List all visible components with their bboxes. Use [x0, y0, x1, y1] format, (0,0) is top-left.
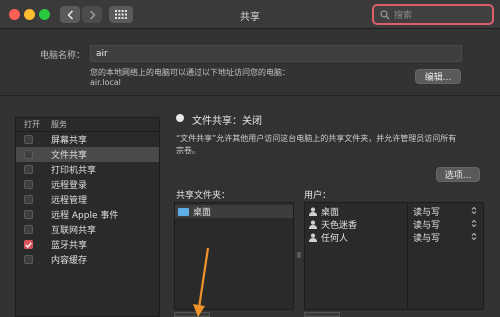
checkbox[interactable] — [24, 210, 33, 219]
users-list[interactable]: 桌面 读与写 天色迷香 读与写 任何人 读与写 — [304, 202, 484, 310]
permission-label: 读与写 — [413, 234, 441, 244]
checkbox[interactable] — [24, 165, 33, 174]
services-list: 打开 服务 屏幕共享文件共享打印机共享远程登录远程管理远程 Apple 事件 互联… — [15, 117, 160, 317]
column-header-service: 服务 — [51, 120, 67, 129]
service-label: 屏幕共享 — [51, 136, 88, 146]
shared-folders-label: 共享文件夹： — [176, 191, 231, 201]
updown-chevron-icon — [471, 219, 477, 231]
file-sharing-description-2: 宗卷。 — [176, 146, 200, 155]
service-row[interactable]: 远程 Apple 事件 — [16, 207, 159, 222]
annotation-arrow-icon — [193, 247, 210, 317]
service-label: 蓝牙共享 — [51, 241, 88, 251]
computer-name-input[interactable]: air — [90, 45, 462, 62]
updown-chevron-icon — [471, 206, 477, 218]
service-label: 文件共享 — [51, 151, 88, 161]
checkbox[interactable] — [24, 195, 33, 204]
checkmark-icon — [25, 241, 32, 248]
computer-name-label: 电脑名称： — [40, 51, 86, 61]
user-row[interactable]: 桌面 读与写 — [305, 205, 483, 218]
computer-name-value: air — [96, 48, 108, 59]
permission-label: 读与写 — [413, 208, 441, 218]
file-sharing-status: 文件共享：关闭 — [192, 116, 262, 127]
permission-select[interactable]: 读与写 — [409, 218, 481, 231]
search-placeholder: 搜索 — [394, 11, 413, 21]
service-label: 内容缓存 — [51, 256, 88, 266]
user-icon — [308, 207, 318, 216]
search-field[interactable]: 搜索 — [372, 4, 494, 25]
service-label: 打印机共享 — [51, 166, 97, 176]
service-label: 远程管理 — [51, 196, 88, 206]
service-row[interactable]: 远程管理 — [16, 192, 159, 207]
checkbox-checked[interactable] — [24, 240, 33, 249]
group-icon — [308, 233, 318, 242]
updown-chevron-icon — [471, 232, 477, 244]
title-bar: 共享 搜索 — [0, 0, 500, 29]
service-row[interactable]: 屏幕共享 — [16, 132, 159, 147]
service-label: 远程登录 — [51, 181, 88, 191]
user-name: 桌面 — [321, 208, 340, 218]
section-divider — [0, 95, 500, 96]
column-header-on: 打开 — [24, 120, 40, 129]
folder-icon — [178, 207, 189, 216]
service-label: 远程 Apple 事件 — [51, 211, 119, 221]
users-label: 用户： — [304, 191, 332, 201]
service-row[interactable]: 文件共享 — [16, 147, 159, 162]
computer-name-section: 电脑名称： air 您的本地网络上的电脑可以通过以下地址访问您的电脑： air.… — [0, 29, 500, 95]
service-row[interactable]: 打印机共享 — [16, 162, 159, 177]
services-list-header: 打开 服务 — [16, 118, 159, 132]
checkbox[interactable] — [24, 225, 33, 234]
service-row[interactable]: 互联网共享 — [16, 222, 159, 237]
checkbox[interactable] — [24, 150, 33, 159]
file-sharing-description: “文件共享”允许其他用户访问这台电脑上的共享文件夹，并允许管理员访问所有 — [176, 134, 457, 143]
edit-button[interactable]: 编辑... — [415, 69, 461, 84]
local-address-text: air.local — [90, 78, 121, 87]
shared-folder-label: 桌面 — [193, 208, 212, 218]
user-name: 任何人 — [321, 234, 349, 244]
add-remove-user-buttons[interactable] — [304, 312, 340, 317]
search-icon — [380, 9, 390, 19]
checkbox[interactable] — [24, 135, 33, 144]
permission-select[interactable]: 读与写 — [409, 231, 481, 244]
options-button[interactable]: 选项... — [436, 167, 480, 182]
user-row[interactable]: 天色迷香 读与写 — [305, 218, 483, 231]
permission-select[interactable]: 读与写 — [409, 205, 481, 218]
network-info-text: 您的本地网络上的电脑可以通过以下地址访问您的电脑： — [90, 68, 290, 77]
checkbox[interactable] — [24, 255, 33, 264]
user-row[interactable]: 任何人 读与写 — [305, 231, 483, 244]
service-row[interactable]: 内容缓存 — [16, 252, 159, 267]
service-row[interactable]: 远程登录 — [16, 177, 159, 192]
status-indicator-icon — [176, 114, 184, 122]
splitter-handle[interactable] — [297, 252, 301, 258]
users-icon — [308, 220, 318, 229]
checkbox[interactable] — [24, 180, 33, 189]
service-label: 互联网共享 — [51, 226, 97, 236]
user-name: 天色迷香 — [321, 221, 358, 231]
service-row[interactable]: 蓝牙共享 — [16, 237, 159, 252]
shared-folder-row[interactable]: 桌面 — [175, 205, 293, 218]
permission-label: 读与写 — [413, 221, 441, 231]
